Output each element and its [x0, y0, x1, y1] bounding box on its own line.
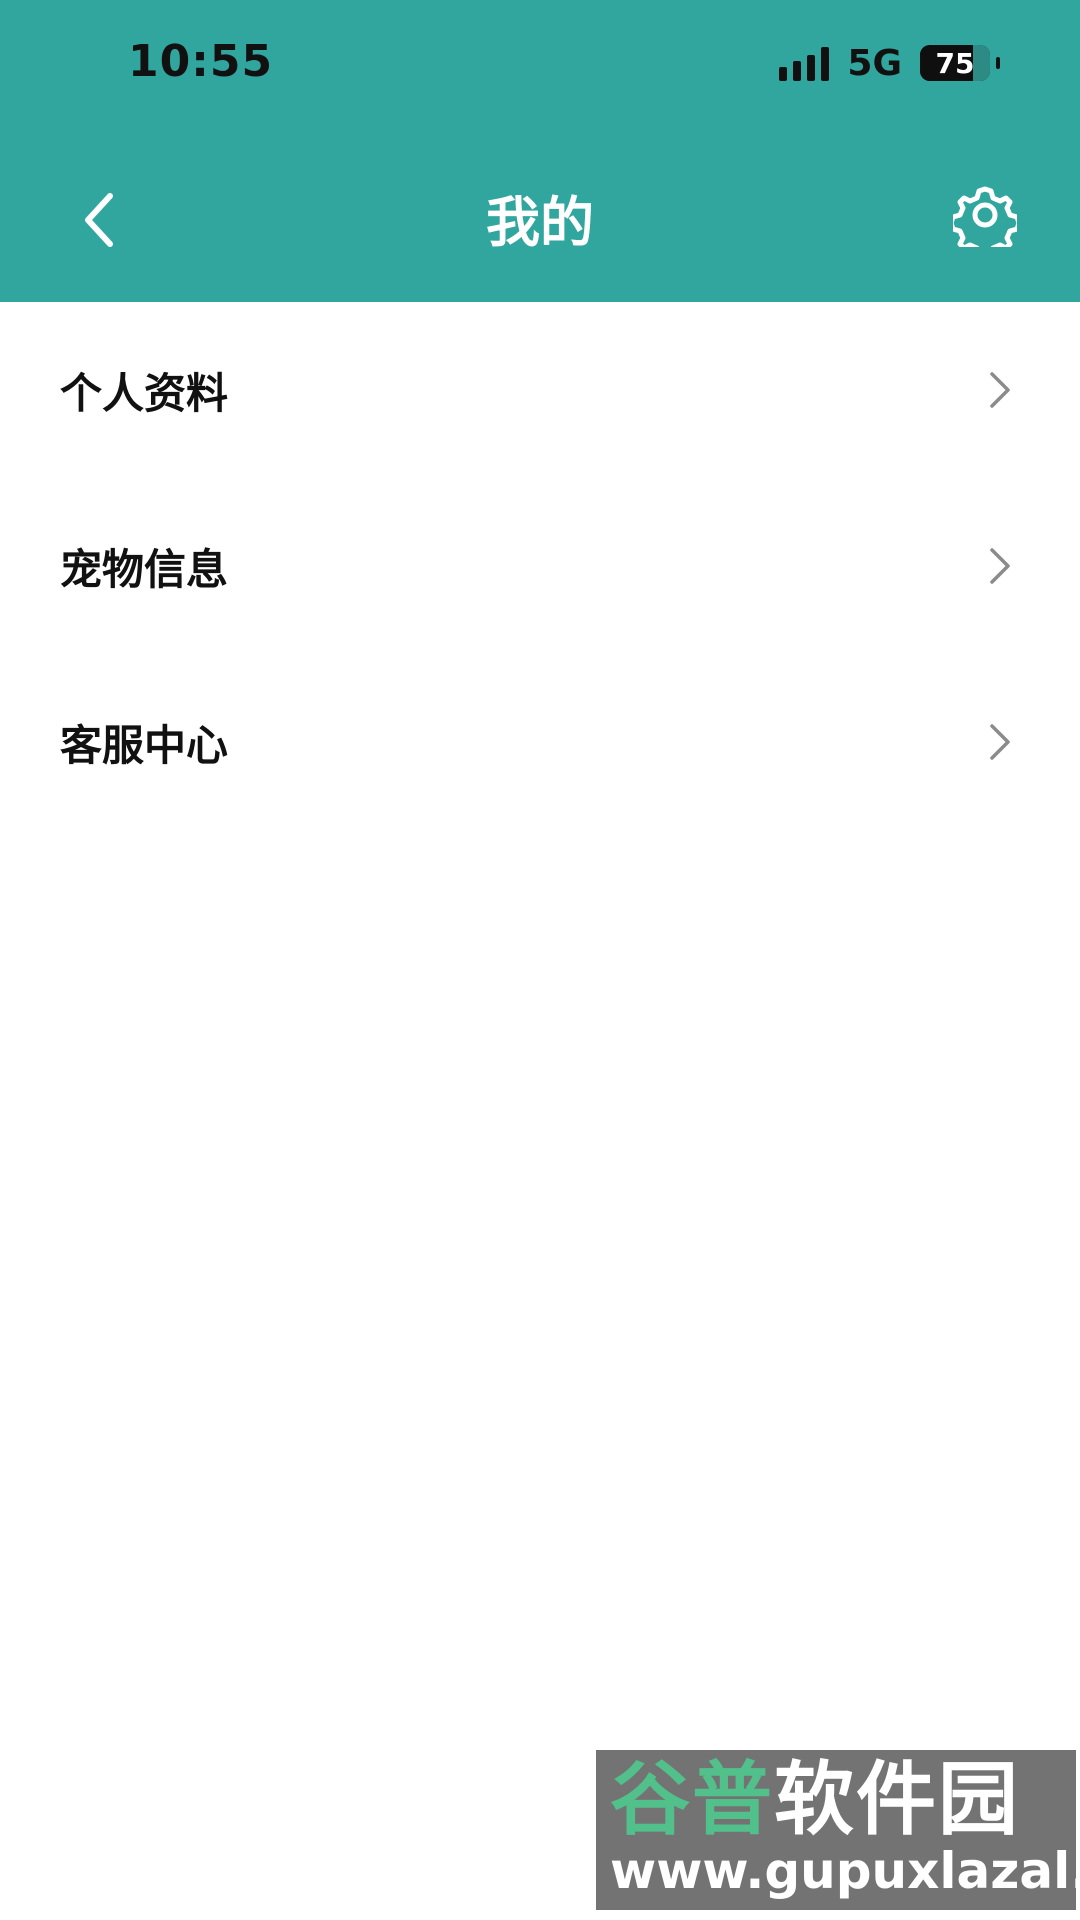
signal-bar — [807, 55, 816, 81]
status-right-icons: 5G 75 — [779, 44, 1000, 82]
menu-item-pet-info[interactable]: 宠物信息 — [0, 478, 1080, 654]
watermark-brand: 谷普软件园 — [610, 1760, 1076, 1840]
chevron-right-icon — [980, 546, 1020, 586]
menu-item-label: 个人资料 — [60, 368, 229, 418]
watermark-brand-part-2: 软件园 — [774, 1753, 1020, 1846]
profile-menu: 个人资料 宠物信息 客服中心 — [0, 302, 1080, 830]
status-time: 10:55 — [128, 36, 274, 87]
network-label: 5G — [847, 43, 902, 84]
signal-bar — [779, 67, 788, 81]
signal-icon — [779, 45, 830, 81]
chevron-right-icon — [980, 722, 1020, 762]
gear-icon — [953, 186, 1017, 247]
settings-button[interactable] — [940, 170, 1030, 260]
navigation-bar: 我的 — [0, 160, 1080, 280]
menu-item-customer-service[interactable]: 客服中心 — [0, 654, 1080, 830]
battery-level-text: 75 — [935, 46, 975, 80]
menu-item-personal-profile[interactable]: 个人资料 — [0, 302, 1080, 478]
header: 10:55 5G 75 我的 — [0, 0, 1080, 302]
watermark-brand-part-1: 谷普 — [610, 1753, 774, 1846]
signal-bar — [821, 47, 830, 81]
menu-item-label: 客服中心 — [60, 720, 229, 770]
battery-tip-icon — [996, 57, 1000, 69]
watermark-url: www.gupuxlazal.com — [610, 1842, 1076, 1900]
watermark: 谷普软件园 www.gupuxlazal.com — [596, 1750, 1076, 1910]
page-title: 我的 — [486, 191, 594, 254]
signal-bar — [793, 61, 802, 81]
chevron-right-icon — [980, 370, 1020, 410]
menu-item-label: 宠物信息 — [60, 544, 229, 594]
battery-icon: 75 — [920, 45, 990, 81]
